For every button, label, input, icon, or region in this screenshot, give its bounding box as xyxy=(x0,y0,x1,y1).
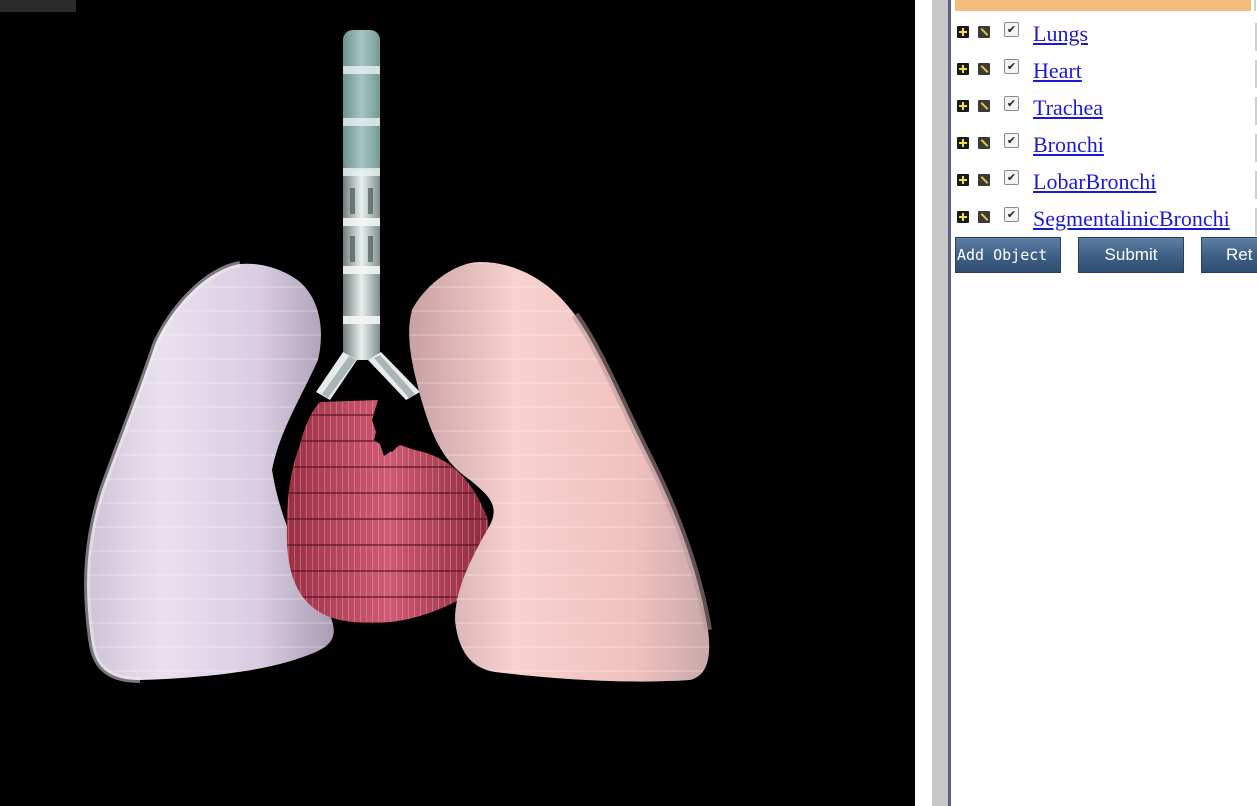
objects-panel: ✔ Lungs ✔ Heart ✔ Trachea ✔ Bronchi ✔ Lo… xyxy=(951,0,1257,806)
pencil-icon[interactable] xyxy=(978,211,990,223)
visibility-checkbox[interactable]: ✔ xyxy=(1004,96,1019,111)
visibility-checkbox[interactable]: ✔ xyxy=(1004,170,1019,185)
object-link-heart[interactable]: Heart xyxy=(1033,58,1082,84)
visibility-checkbox[interactable]: ✔ xyxy=(1004,207,1019,222)
pencil-icon[interactable] xyxy=(978,174,990,186)
object-row-heart: ✔ Heart xyxy=(951,54,1257,88)
pencil-icon[interactable] xyxy=(978,26,990,38)
add-object-button[interactable]: Add Object xyxy=(955,237,1061,273)
pencil-icon[interactable] xyxy=(978,63,990,75)
plus-icon[interactable] xyxy=(957,211,969,223)
object-link-segmentalinicbronchi[interactable]: SegmentalinicBronchi xyxy=(1033,206,1230,232)
object-row-segmentalinicbronchi: ✔ SegmentalinicBronchi xyxy=(951,202,1257,236)
object-row-trachea: ✔ Trachea xyxy=(951,91,1257,125)
object-link-lobarbronchi[interactable]: LobarBronchi xyxy=(1033,169,1156,195)
visibility-checkbox[interactable]: ✔ xyxy=(1004,59,1019,74)
viewer-gutter xyxy=(915,0,932,806)
reset-button[interactable]: Ret xyxy=(1201,237,1257,273)
object-link-bronchi[interactable]: Bronchi xyxy=(1033,132,1104,158)
plus-icon[interactable] xyxy=(957,174,969,186)
pencil-icon[interactable] xyxy=(978,100,990,112)
3d-viewer[interactable] xyxy=(0,0,915,806)
object-row-lungs: ✔ Lungs xyxy=(951,17,1257,51)
panel-header-edge xyxy=(1254,0,1256,11)
pencil-icon[interactable] xyxy=(978,137,990,149)
visibility-checkbox[interactable]: ✔ xyxy=(1004,22,1019,37)
visibility-checkbox[interactable]: ✔ xyxy=(1004,133,1019,148)
object-row-lobarbronchi: ✔ LobarBronchi xyxy=(951,165,1257,199)
pane-splitter[interactable] xyxy=(932,0,948,806)
object-link-trachea[interactable]: Trachea xyxy=(1033,95,1103,121)
trachea-model[interactable] xyxy=(343,30,380,360)
object-row-bronchi: ✔ Bronchi xyxy=(951,128,1257,162)
object-link-lungs[interactable]: Lungs xyxy=(1033,21,1088,47)
anatomy-scene[interactable] xyxy=(0,0,915,806)
plus-icon[interactable] xyxy=(957,137,969,149)
submit-button[interactable]: Submit xyxy=(1078,237,1184,273)
plus-icon[interactable] xyxy=(957,26,969,38)
panel-header-bar xyxy=(955,0,1251,11)
plus-icon[interactable] xyxy=(957,100,969,112)
plus-icon[interactable] xyxy=(957,63,969,75)
